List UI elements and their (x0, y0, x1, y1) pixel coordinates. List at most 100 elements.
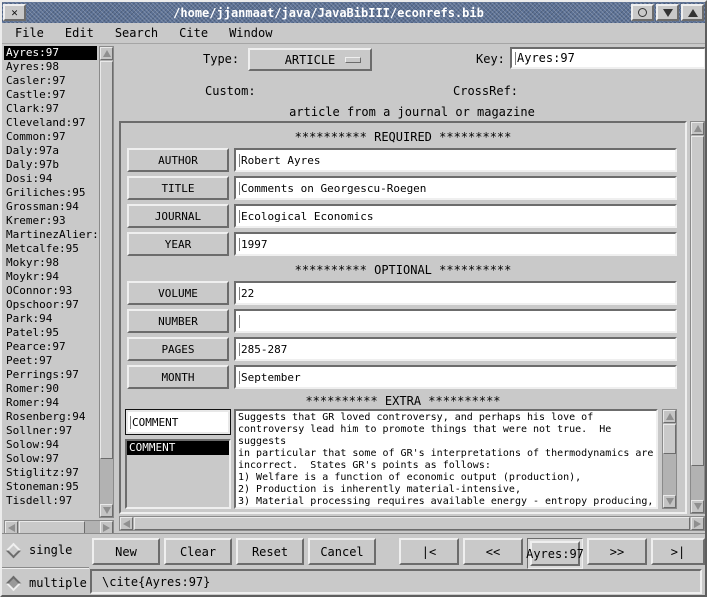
list-item[interactable]: Castle:97 (4, 88, 97, 102)
list-item[interactable]: Casler:97 (4, 74, 97, 88)
panel-vscroll-thumb[interactable] (691, 136, 704, 466)
panel-hscrollbar[interactable] (119, 516, 705, 531)
list-item[interactable]: MartinezAlier:9 (4, 228, 97, 242)
new-button[interactable]: New (92, 538, 160, 565)
pages-input[interactable]: 285-287 (234, 337, 677, 361)
list-item[interactable]: Cleveland:97 (4, 116, 97, 130)
list-item[interactable]: Griliches:95 (4, 186, 97, 200)
pages-field-label[interactable]: PAGES (127, 337, 229, 361)
list-item[interactable]: Daly:97b (4, 158, 97, 172)
list-item[interactable]: Dosi:94 (4, 172, 97, 186)
nav-last-button[interactable]: >| (651, 538, 705, 565)
nav-first-button[interactable]: |< (399, 538, 459, 565)
app-window: ✕ /home/jjanmaat/java/JavaBibIII/econref… (0, 0, 707, 597)
panel-vscrollbar[interactable] (690, 121, 705, 514)
iconify-icon[interactable] (656, 4, 679, 21)
list-item[interactable]: Daly:97a (4, 144, 97, 158)
key-list-vscrollbar[interactable] (99, 46, 114, 518)
menu-file[interactable]: File (10, 24, 49, 42)
journal-input[interactable]: Ecological Economics (234, 204, 677, 228)
list-item[interactable]: Metcalfe:95 (4, 242, 97, 256)
extra-field-listbox[interactable]: COMMENT (125, 439, 231, 509)
scroll-down-icon[interactable] (691, 500, 704, 513)
nav-next-button[interactable]: >> (587, 538, 647, 565)
list-item[interactable]: Ayres:98 (4, 60, 97, 74)
volume-field-label[interactable]: VOLUME (127, 281, 229, 305)
menu-cite[interactable]: Cite (174, 24, 213, 42)
menu-window[interactable]: Window (224, 24, 277, 42)
list-item[interactable]: Grossman:94 (4, 200, 97, 214)
scroll-down-icon[interactable] (663, 495, 676, 508)
nav-current-button[interactable]: Ayres:97 (530, 541, 580, 566)
title-bar[interactable]: ✕ /home/jjanmaat/java/JavaBibIII/econref… (2, 2, 705, 23)
number-field-label[interactable]: NUMBER (127, 309, 229, 333)
menu-bar: File Edit Search Cite Window (2, 23, 705, 44)
scroll-down-icon[interactable] (100, 504, 113, 517)
list-item[interactable]: Peet:97 (4, 354, 97, 368)
list-item[interactable]: Stoneman:95 (4, 480, 97, 494)
clear-button[interactable]: Clear (164, 538, 232, 565)
multiple-mode-radio[interactable]: multiple (8, 576, 87, 590)
scroll-up-icon[interactable] (100, 47, 113, 60)
cancel-button[interactable]: Cancel (308, 538, 376, 565)
comment-vscroll-thumb[interactable] (663, 424, 676, 454)
scroll-left-icon[interactable] (120, 517, 133, 530)
list-item[interactable]: Opschoor:97 (4, 298, 97, 312)
maximize-icon[interactable] (681, 4, 704, 21)
cite-command-field[interactable]: \cite{Ayres:97} (90, 569, 702, 594)
journal-field-label[interactable]: JOURNAL (127, 204, 229, 228)
type-dropdown[interactable]: ARTICLE (248, 48, 372, 71)
extra-field-name-input[interactable]: COMMENT (125, 409, 231, 435)
circle-menu-icon[interactable] (631, 4, 654, 21)
title-field-label[interactable]: TITLE (127, 176, 229, 200)
list-item[interactable]: COMMENT (127, 441, 229, 455)
list-item[interactable]: Pearce:97 (4, 340, 97, 354)
list-item[interactable]: Kremer:93 (4, 214, 97, 228)
list-item[interactable]: Common:97 (4, 130, 97, 144)
reset-button[interactable]: Reset (236, 538, 304, 565)
triangle-up-icon (688, 9, 698, 17)
list-item[interactable]: Tisdell:97 (4, 494, 97, 508)
comment-textarea[interactable]: Suggests that GR loved controversy, and … (234, 409, 658, 509)
list-item[interactable]: Romer:90 (4, 382, 97, 396)
scroll-up-icon[interactable] (663, 410, 676, 423)
scroll-right-icon[interactable] (691, 517, 704, 530)
list-item[interactable]: Solow:97 (4, 452, 97, 466)
nav-prev-button[interactable]: << (463, 538, 523, 565)
close-window-icon[interactable]: ✕ (3, 4, 26, 21)
author-input[interactable]: Robert Ayres (234, 148, 677, 172)
year-field-label[interactable]: YEAR (127, 232, 229, 256)
list-item[interactable]: Stiglitz:97 (4, 466, 97, 480)
list-item[interactable]: Clark:97 (4, 102, 97, 116)
year-input[interactable]: 1997 (234, 232, 677, 256)
list-item[interactable]: Sollner:97 (4, 424, 97, 438)
menu-search[interactable]: Search (110, 24, 163, 42)
text-caret (515, 52, 516, 65)
month-input[interactable]: September (234, 365, 677, 389)
author-field-label[interactable]: AUTHOR (127, 148, 229, 172)
list-item[interactable]: Ayres:97 (4, 46, 97, 60)
title-input[interactable]: Comments on Georgescu-Roegen (234, 176, 677, 200)
key-list-vscroll-thumb[interactable] (100, 61, 113, 459)
list-item[interactable]: Patel:95 (4, 326, 97, 340)
optional-section-title: ********** OPTIONAL ********** (121, 263, 685, 277)
key-list[interactable]: Ayres:97Ayres:98Casler:97Castle:97Clark:… (4, 46, 97, 508)
key-input[interactable]: Ayres:97 (510, 47, 706, 69)
panel-hscroll-thumb[interactable] (134, 517, 690, 530)
scroll-up-icon[interactable] (691, 122, 704, 135)
list-item[interactable]: OConnor:93 (4, 284, 97, 298)
list-item[interactable]: Rosenberg:94 (4, 410, 97, 424)
comment-vscrollbar[interactable] (662, 409, 677, 509)
mode-separator (2, 567, 89, 569)
list-item[interactable]: Park:94 (4, 312, 97, 326)
list-item[interactable]: Moykr:94 (4, 270, 97, 284)
volume-input[interactable]: 22 (234, 281, 677, 305)
menu-edit[interactable]: Edit (60, 24, 99, 42)
list-item[interactable]: Romer:94 (4, 396, 97, 410)
month-field-label[interactable]: MONTH (127, 365, 229, 389)
list-item[interactable]: Mokyr:98 (4, 256, 97, 270)
list-item[interactable]: Perrings:97 (4, 368, 97, 382)
single-mode-radio[interactable]: single (8, 543, 72, 557)
list-item[interactable]: Solow:94 (4, 438, 97, 452)
number-input[interactable] (234, 309, 677, 333)
